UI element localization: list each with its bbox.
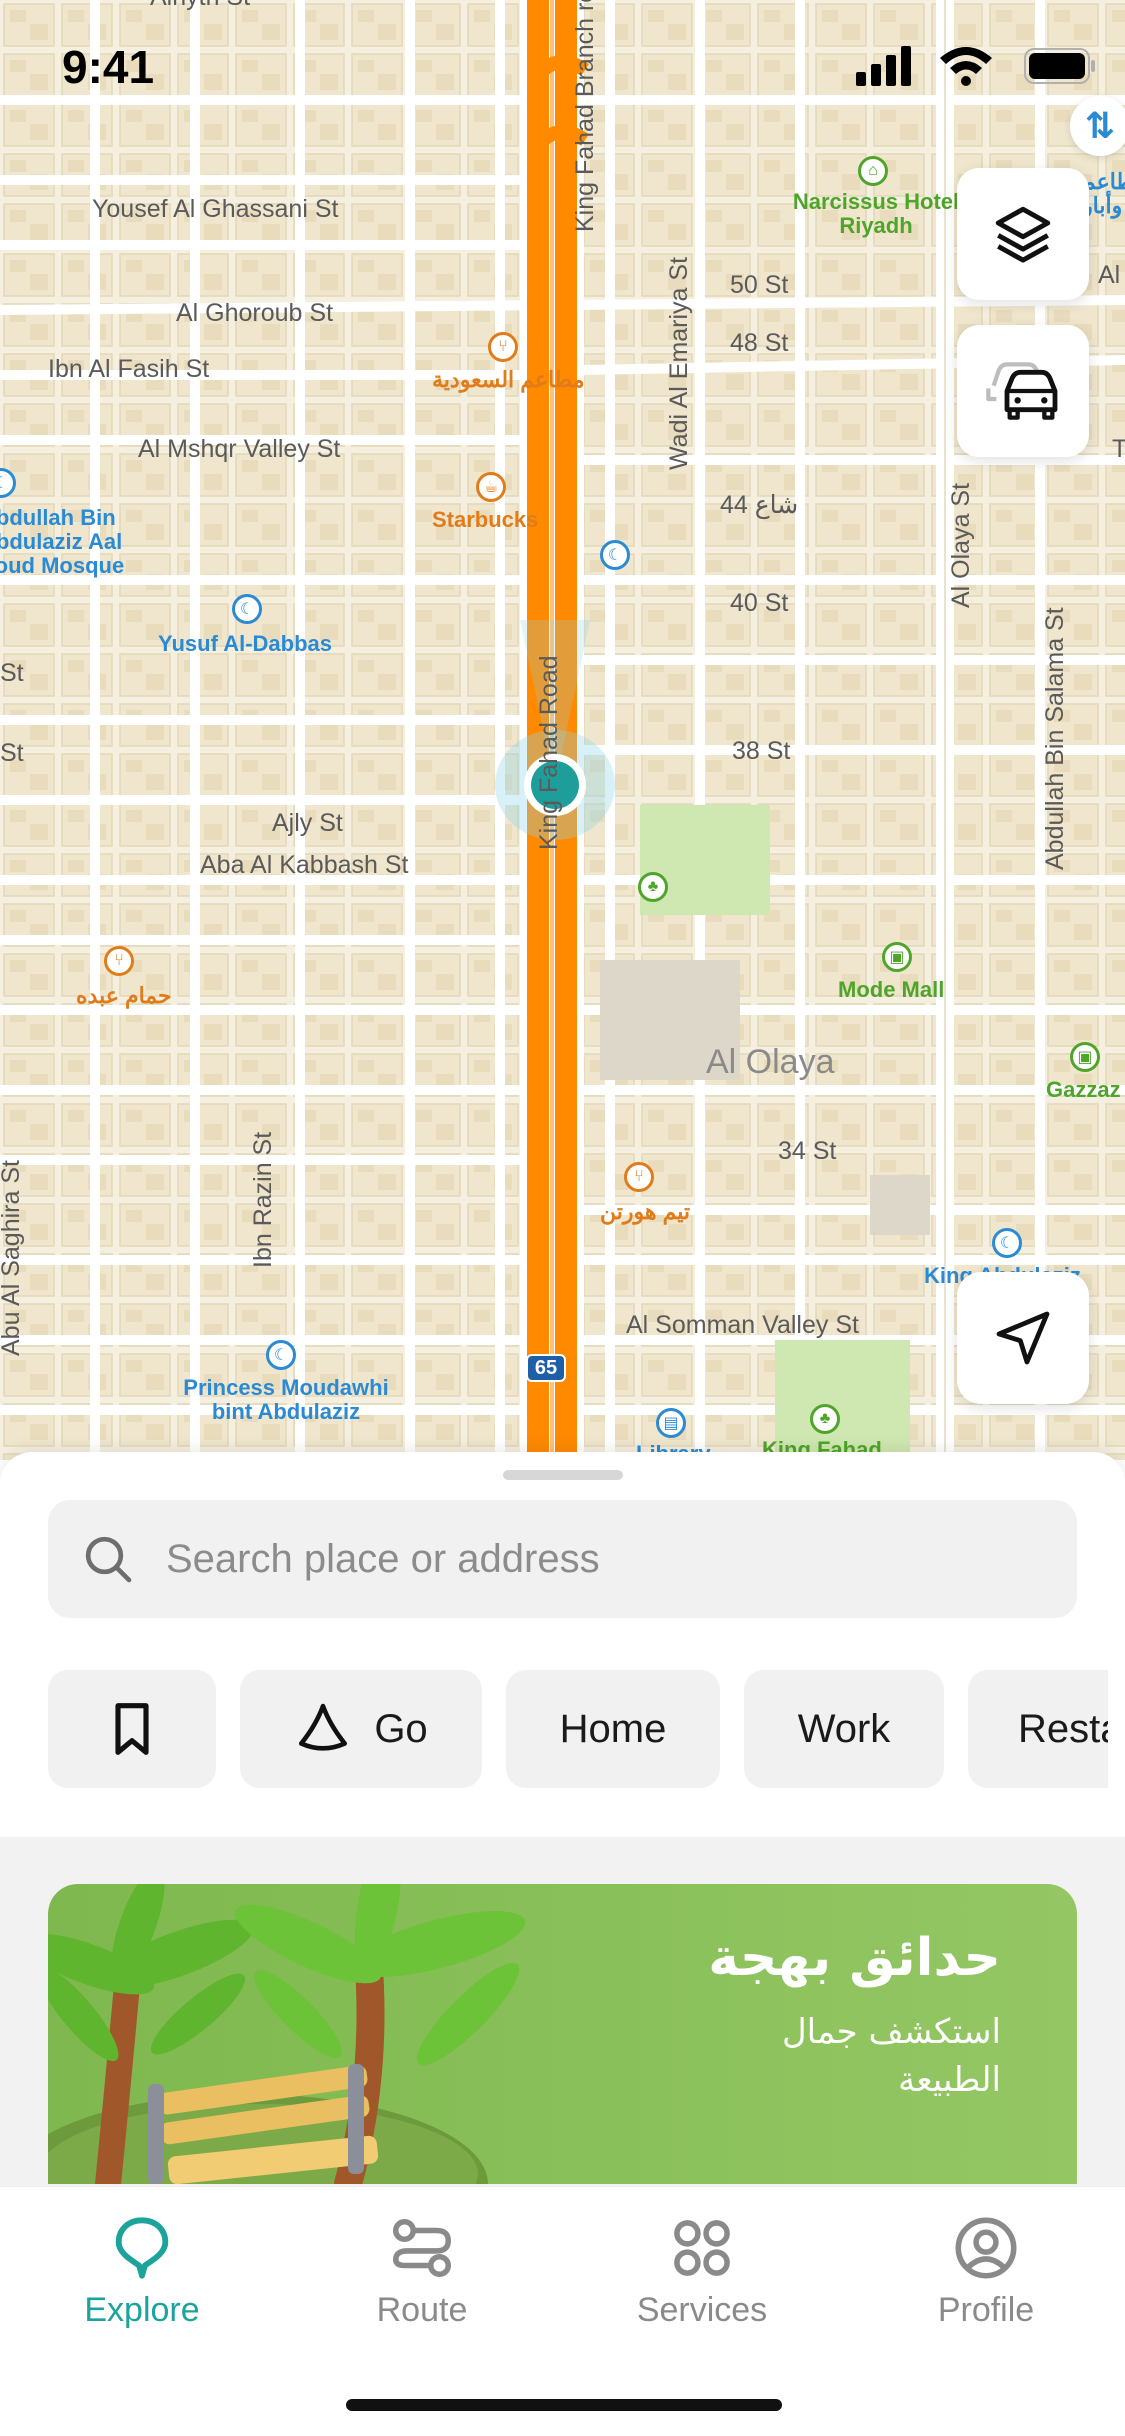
tools-button[interactable]: ⇅ — [1070, 96, 1125, 156]
tab-explore[interactable]: Explore — [32, 2213, 252, 2343]
promo-title: حدائق بهجة — [708, 1928, 1001, 1988]
saved-places-chip[interactable] — [48, 1670, 216, 1788]
tab-bar: Explore Route Services Profile — [0, 2186, 1125, 2436]
map-layers-button[interactable] — [957, 168, 1089, 300]
promo-banner[interactable]: حدائق بهجة استكشف جمال الطبيعة — [48, 1884, 1077, 2184]
poi-label[interactable]: تيم هورتن — [600, 1199, 690, 1224]
street-label: Al Mshqr Valley St — [138, 435, 341, 463]
tab-services-label: Services — [636, 2291, 768, 2329]
tools-icon: ⇅ — [1084, 105, 1116, 147]
search-placeholder: Search place or address — [166, 1536, 600, 1581]
street-label: Al — [1098, 261, 1121, 289]
map-view[interactable]: Alnyth St Yousef Al Ghassani St Al Ghoro… — [0, 0, 1125, 1460]
tab-services[interactable]: Services — [592, 2213, 812, 2343]
layers-icon — [995, 206, 1051, 263]
district-label: Al Olaya — [706, 1043, 835, 1081]
poi-label[interactable]: Yusuf Al-Dabbas — [158, 631, 332, 656]
park-icon[interactable]: ♣ — [638, 872, 668, 902]
signal-icon — [856, 46, 911, 86]
street-label: T — [1112, 435, 1125, 463]
poi-label[interactable]: Gazzaz — [1046, 1077, 1121, 1102]
street-label: Ibn Razin St — [249, 1131, 277, 1268]
poi-label[interactable]: Mode Mall — [838, 977, 944, 1002]
go-chip-label: Go — [374, 1706, 428, 1751]
explore-icon — [115, 2217, 169, 2279]
street-label: King Fahad Road — [535, 655, 563, 850]
restaurants-chip-label: Resta — [1018, 1706, 1108, 1751]
battery-icon — [1024, 48, 1095, 84]
quick-chips: Go Home Work Resta — [48, 1670, 1108, 1788]
tab-profile-label: Profile — [937, 2291, 1035, 2329]
mosque-icon[interactable]: ☾ — [600, 540, 630, 570]
poi-label[interactable]: Narcissus Hotel Riyadh — [786, 189, 966, 238]
hotel-icon[interactable]: ⌂ — [858, 156, 888, 186]
profile-icon — [955, 2217, 1017, 2279]
wifi-icon — [940, 47, 992, 86]
status-bar: 9:41 — [0, 0, 1125, 140]
park-icon[interactable]: ♣ — [810, 1404, 840, 1434]
search-input[interactable]: Search place or address — [48, 1500, 1077, 1618]
car-icon — [986, 362, 1058, 420]
sheet-grabber[interactable] — [503, 1470, 623, 1480]
work-chip[interactable]: Work — [744, 1670, 944, 1788]
my-location-button[interactable] — [957, 1272, 1089, 1404]
street-label: Al Olaya St — [947, 482, 975, 608]
status-time: 9:41 — [62, 41, 155, 93]
street-label: Al Ghoroub St — [176, 299, 334, 327]
tab-profile[interactable]: Profile — [876, 2213, 1096, 2343]
home-indicator — [346, 2399, 782, 2411]
restaurants-chip[interactable]: Resta — [968, 1670, 1108, 1788]
poi-label[interactable]: حمام عبده — [76, 983, 172, 1008]
street-label: St — [0, 739, 24, 767]
street-label: Ibn Al Fasih St — [48, 355, 210, 383]
street-label: Abu Al Saghira St — [0, 1160, 25, 1356]
street-label: St — [0, 659, 24, 687]
promo-subtitle: استكشف جمال الطبيعة — [781, 2012, 1001, 2100]
mosque-icon[interactable]: ☾ — [992, 1228, 1022, 1258]
search-icon — [85, 1536, 132, 1583]
street-label: 48 St — [730, 329, 789, 357]
go-chip[interactable]: Go — [240, 1670, 482, 1788]
shopping-bag-icon[interactable]: ▣ — [1070, 1042, 1100, 1072]
tab-explore-label: Explore — [84, 2291, 200, 2329]
palm-bench-illustration — [48, 1884, 526, 2184]
cafe-icon[interactable]: ☕ — [476, 472, 506, 502]
street-label: Wadi Al Emariya St — [665, 256, 693, 470]
street-label: Abdullah Bin Salama St — [1041, 607, 1069, 870]
restaurant-icon[interactable]: ⑂ — [624, 1162, 654, 1192]
tab-route[interactable]: Route — [312, 2213, 532, 2343]
navigation-arrow-icon — [996, 1311, 1050, 1365]
traffic-toggle-button[interactable] — [957, 325, 1089, 457]
street-label: 40 St — [730, 589, 789, 617]
street-label: 44 شاع — [720, 491, 799, 519]
street-label: 38 St — [732, 737, 791, 765]
route-icon — [392, 2218, 452, 2278]
street-label: Ajly St — [272, 809, 343, 837]
bookmark-icon — [115, 1703, 149, 1755]
street-label: Yousef Al Ghassani St — [92, 195, 339, 223]
mosque-icon[interactable]: ☾ — [266, 1340, 296, 1370]
go-icon — [299, 1703, 348, 1751]
street-label: Aba Al Kabbash St — [200, 851, 409, 879]
street-label: 34 St — [778, 1137, 837, 1165]
restaurant-icon[interactable]: ⑂ — [104, 946, 134, 976]
work-chip-label: Work — [797, 1706, 891, 1751]
tab-route-label: Route — [376, 2291, 468, 2329]
poi-label[interactable]: Abdullah Bin Abdulaziz Aal Soud Mosque — [0, 505, 140, 579]
poi-label[interactable]: Princess Moudawhi bint Abdulaziz — [166, 1375, 406, 1424]
poi-label[interactable]: Starbucks — [432, 507, 538, 532]
poi-label[interactable]: مطاعم السعودية — [432, 367, 585, 392]
home-chip-label: Home — [559, 1706, 667, 1751]
home-chip[interactable]: Home — [506, 1670, 720, 1788]
street-label: 50 St — [730, 271, 789, 299]
street-label: Al Somman Valley St — [626, 1311, 859, 1339]
services-grid-icon — [674, 2220, 730, 2276]
restaurant-icon[interactable]: ⑂ — [488, 332, 518, 362]
library-icon[interactable]: ▤ — [656, 1408, 686, 1438]
road-shield: 65 — [526, 1354, 566, 1382]
shopping-bag-icon[interactable]: ▣ — [882, 942, 912, 972]
mosque-icon[interactable]: ☾ — [232, 594, 262, 624]
